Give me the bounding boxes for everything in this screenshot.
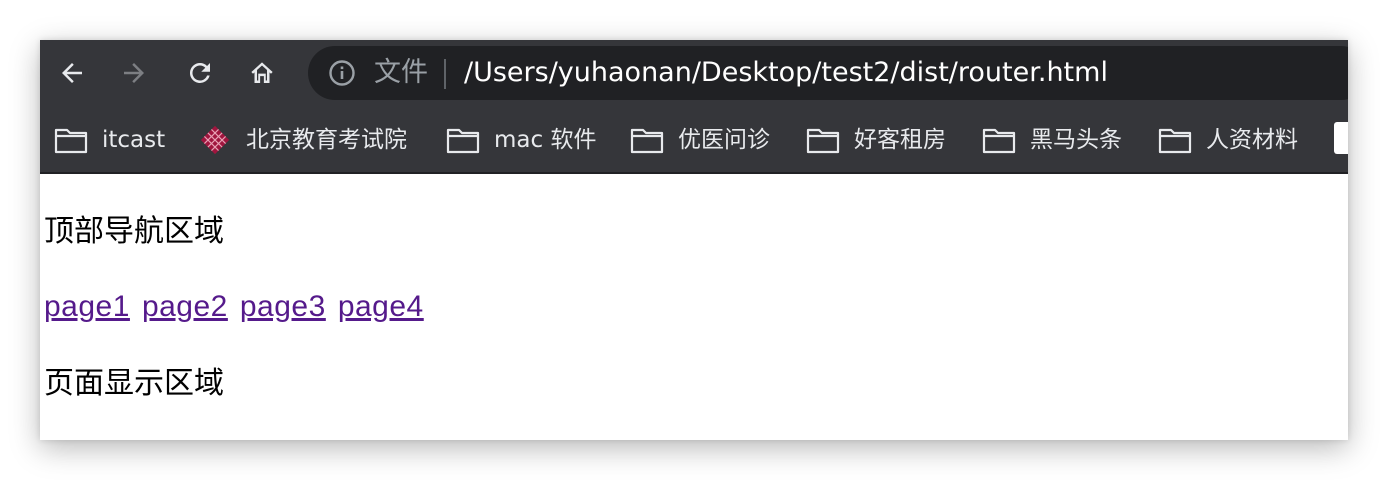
reload-button[interactable] bbox=[180, 53, 220, 93]
bookmark-label: 黑马头条 bbox=[1030, 127, 1122, 153]
arrow-right-icon bbox=[124, 63, 144, 83]
folder-icon bbox=[1158, 128, 1192, 154]
url-text[interactable]: /Users/yuhaonan/Desktop/test2/dist/route… bbox=[464, 57, 1108, 89]
folder-icon bbox=[982, 128, 1016, 154]
info-icon[interactable] bbox=[328, 59, 356, 87]
page2-link[interactable]: page2 bbox=[142, 290, 228, 323]
bookmark-label: 北京教育考试院 bbox=[246, 127, 407, 153]
scheme-label: 文件 bbox=[374, 57, 428, 88]
bookmark-itcast[interactable]: itcast bbox=[54, 122, 165, 158]
home-icon bbox=[251, 62, 273, 83]
site-favicon bbox=[200, 125, 230, 155]
arrow-left-icon bbox=[62, 63, 82, 83]
bookmark-beijing-exam[interactable]: 北京教育考试院 bbox=[198, 122, 407, 158]
bookmark-label: 优医问诊 bbox=[678, 127, 770, 153]
address-bar[interactable]: 文件 /Users/yuhaonan/Desktop/test2/dist/ro… bbox=[308, 46, 1348, 100]
back-button[interactable] bbox=[52, 53, 92, 93]
home-button[interactable] bbox=[242, 53, 282, 93]
bookmark-mac-software[interactable]: mac 软件 bbox=[446, 122, 596, 158]
bookmark-label: 人资材料 bbox=[1206, 127, 1298, 153]
page3-link[interactable]: page3 bbox=[240, 290, 326, 323]
bookmark-label: itcast bbox=[102, 127, 166, 153]
folder-icon bbox=[806, 128, 840, 154]
page1-link[interactable]: page1 bbox=[44, 290, 130, 323]
page-content: 顶部导航区域 page1 page2 page3 page4 页面显示区域 bbox=[40, 174, 1348, 440]
bookmark-haoke[interactable]: 好客租房 bbox=[806, 122, 946, 158]
address-divider bbox=[444, 59, 446, 89]
page-links: page1 page2 page3 page4 bbox=[44, 289, 436, 325]
browser-toolbar: 文件 /Users/yuhaonan/Desktop/test2/dist/ro… bbox=[40, 40, 1348, 108]
page-display-area-text: 页面显示区域 bbox=[44, 366, 224, 401]
page4-link[interactable]: page4 bbox=[338, 290, 424, 323]
bookmark-heima[interactable]: 黑马头条 bbox=[982, 122, 1122, 158]
bookmark-overflow-favicon[interactable] bbox=[1334, 122, 1348, 154]
folder-icon bbox=[446, 128, 480, 154]
folder-icon bbox=[630, 128, 664, 154]
forward-button[interactable] bbox=[114, 53, 154, 93]
top-nav-area-text: 顶部导航区域 bbox=[44, 214, 224, 249]
bookmark-label: 好客租房 bbox=[854, 127, 946, 153]
folder-icon bbox=[54, 128, 88, 154]
bookmark-renzi[interactable]: 人资材料 bbox=[1158, 122, 1298, 158]
bookmarks-bar: itcast 北京教育考试院 mac 软件 优医问诊 好客租房 黑马头条 人资材… bbox=[40, 108, 1348, 174]
reload-icon bbox=[189, 62, 210, 83]
bookmark-youyi[interactable]: 优医问诊 bbox=[630, 122, 770, 158]
bookmark-label: mac 软件 bbox=[494, 127, 597, 153]
browser-window: 文件 /Users/yuhaonan/Desktop/test2/dist/ro… bbox=[40, 40, 1348, 440]
